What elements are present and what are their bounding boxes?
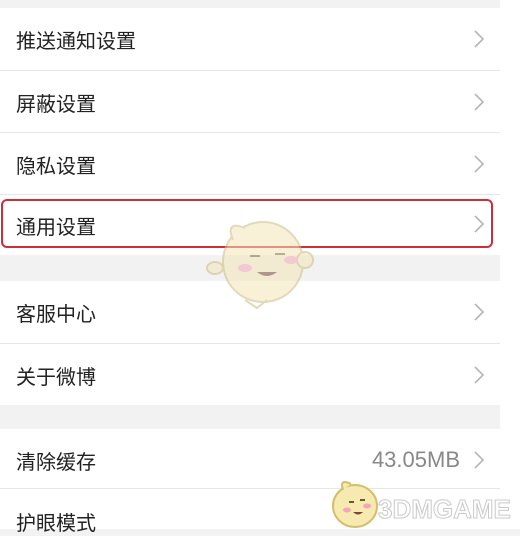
- mascot-watermark-icon: [206, 221, 314, 310]
- cache-size-value: 43.05MB: [371, 447, 460, 472]
- row-label: 关于微博: [16, 364, 96, 389]
- clear-cache-row[interactable]: 清除缓存 43.05MB: [0, 429, 500, 491]
- watermark-text: 3DMGAME: [378, 494, 512, 525]
- row-label: 推送通知设置: [16, 28, 136, 53]
- chevron-right-icon: [474, 93, 485, 111]
- about-weibo-row[interactable]: 关于微博: [0, 344, 500, 406]
- block-settings-row[interactable]: 屏蔽设置: [0, 71, 500, 133]
- chevron-right-icon: [474, 451, 485, 469]
- push-notification-settings-row[interactable]: 推送通知设置: [0, 8, 500, 70]
- chevron-right-icon: [474, 303, 485, 321]
- chevron-right-icon: [474, 30, 485, 48]
- row-label: 屏蔽设置: [16, 91, 96, 116]
- privacy-settings-row[interactable]: 隐私设置: [0, 133, 500, 195]
- chevron-right-icon: [474, 366, 485, 384]
- row-label: 清除缓存: [16, 449, 96, 474]
- right-edge-strip: [500, 0, 520, 529]
- row-label: 护眼模式: [16, 511, 96, 535]
- watermark-mascot-icon: [332, 481, 378, 528]
- chevron-right-icon: [474, 155, 485, 173]
- row-label: 客服中心: [16, 301, 96, 326]
- row-label: 隐私设置: [16, 153, 96, 178]
